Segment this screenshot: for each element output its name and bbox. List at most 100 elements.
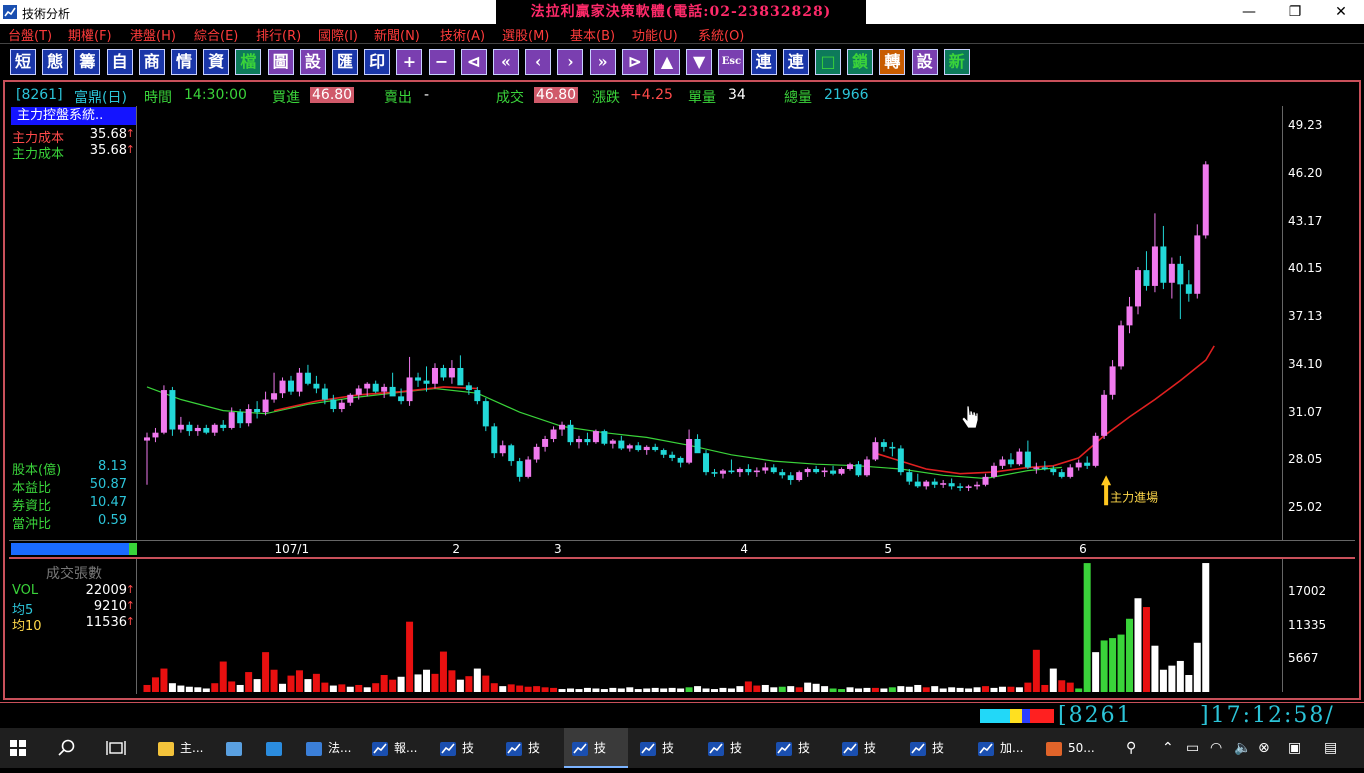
battery-icon[interactable]: ▭ (1186, 740, 1199, 756)
candle-body (152, 432, 159, 438)
toolbar-button-4[interactable]: 自 (106, 49, 133, 75)
taskbar-app-13[interactable]: 技 (902, 728, 966, 768)
toolbar-button-11[interactable]: 匯 (332, 49, 358, 75)
candle (1126, 296, 1133, 334)
volume-icon[interactable]: 🔈 (1234, 740, 1251, 756)
candle (372, 380, 379, 394)
menu-item-3[interactable]: 港盤(H) (130, 25, 176, 44)
taskbar-app-2[interactable] (218, 728, 254, 768)
taskbar-app-11[interactable]: 技 (768, 728, 832, 768)
taskbar-app-14[interactable]: 加... (970, 728, 1034, 768)
taskbar-app-6[interactable]: 技 (432, 728, 496, 768)
restore-button[interactable]: ❐ (1272, 0, 1318, 24)
taskbar-app-9[interactable]: 技 (632, 728, 696, 768)
toolbar-button-13[interactable]: + (396, 49, 423, 75)
toolbar-button-25[interactable]: 連 (782, 49, 809, 75)
system-title[interactable]: 主力控盤系統.. (11, 107, 136, 125)
search-button[interactable] (58, 728, 86, 768)
taskbar-app-7[interactable]: 技 (498, 728, 562, 768)
toolbar-button-18[interactable]: › (557, 49, 584, 75)
minimize-button[interactable]: — (1226, 0, 1272, 24)
close-button[interactable]: ✕ (1318, 0, 1364, 24)
volume-bar (516, 685, 524, 692)
volume-bar (702, 688, 710, 692)
toolbar-button-24[interactable]: 連 (750, 49, 777, 75)
taskbar-app-3[interactable] (258, 728, 294, 768)
candle-body (1050, 468, 1057, 473)
toolbar-button-6[interactable]: 情 (171, 49, 197, 75)
taskbar-app-8[interactable]: 技 (564, 728, 628, 768)
volume-bar (956, 687, 964, 692)
taskbar-app-12[interactable]: 技 (834, 728, 898, 768)
toolbar-button-16[interactable]: « (493, 49, 519, 75)
toolbar-button-23[interactable]: Esc (718, 49, 745, 75)
volume-bar (1202, 563, 1210, 692)
cost-row: 主力成本 35.68 ↑ (12, 127, 137, 146)
candle-body (347, 394, 354, 403)
toolbar-button-3[interactable]: 籌 (74, 49, 101, 75)
candle (287, 375, 294, 395)
toolbar-button-29[interactable]: 設 (911, 49, 938, 75)
menu-item-2[interactable]: 期權(F) (68, 25, 112, 44)
toolbar-button-20[interactable]: ⊳ (621, 49, 648, 75)
toolbar-button-2[interactable]: 態 (42, 49, 69, 75)
volume-chart[interactable] (137, 559, 1282, 692)
toolbar-button-14[interactable]: − (428, 49, 455, 75)
volume-bar (812, 683, 820, 692)
toolbar-button-15[interactable]: ⊲ (460, 49, 487, 75)
toolbar-button-21[interactable]: ▲ (654, 49, 680, 75)
people-icon[interactable]: ⚲ (1126, 740, 1136, 756)
toolbar-button-12[interactable]: 印 (364, 49, 391, 75)
volume-bar (770, 687, 778, 692)
wifi-icon[interactable]: ◠ (1210, 740, 1222, 756)
toolbar-button-17[interactable]: ‹ (525, 49, 552, 75)
menu-item-1[interactable]: 台盤(T) (8, 25, 52, 44)
toolbar-button-28[interactable]: 轉 (879, 49, 906, 75)
menu-item-4[interactable]: 綜合(E) (194, 25, 238, 44)
task-view-button[interactable] (106, 728, 134, 768)
task-view-icon (106, 741, 126, 755)
scroll-indicator[interactable] (11, 543, 137, 555)
menu-item-10[interactable]: 基本(B) (570, 25, 615, 44)
toolbar-button-22[interactable]: ▼ (686, 49, 713, 75)
taskbar-app-15[interactable]: 50... (1038, 728, 1102, 768)
menu-item-12[interactable]: 系統(O) (698, 25, 744, 44)
menu-item-11[interactable]: 功能(U) (632, 25, 678, 44)
taskbar-app-1[interactable]: 主... (150, 728, 214, 768)
close-circle-icon[interactable]: ⊗ (1258, 740, 1270, 756)
toolbar-button-9[interactable]: 圖 (267, 49, 294, 75)
candle-body (736, 468, 743, 473)
chevron-up-icon[interactable]: ⌃ (1162, 740, 1174, 756)
toolbar-button-30[interactable]: 新 (943, 49, 970, 75)
toolbar-button-19[interactable]: » (589, 49, 616, 75)
volume-bar (1176, 660, 1184, 692)
toolbar-button-27[interactable]: 鎖 (847, 49, 874, 75)
volume-bar (236, 684, 244, 692)
volume-bar (473, 668, 481, 692)
taskbar-app-4[interactable]: 法... (298, 728, 362, 768)
notification-icon[interactable]: ▤ (1324, 740, 1337, 756)
keyboard-icon[interactable]: ▣ (1288, 740, 1301, 756)
toolbar-button-8[interactable]: 檔 (235, 49, 262, 75)
taskbar-app-5[interactable]: 報... (364, 728, 428, 768)
taskbar-app-label: 50... (1068, 741, 1095, 755)
price-chart[interactable]: 主力進場 (137, 106, 1282, 540)
toolbar-button-5[interactable]: 商 (138, 49, 165, 75)
candle (1067, 464, 1074, 479)
scroll-thumb[interactable] (129, 543, 137, 555)
candle (855, 461, 862, 477)
toolbar-button-10[interactable]: 設 (299, 49, 326, 75)
toolbar-button-1[interactable]: 短 (10, 49, 36, 75)
start-button[interactable] (10, 728, 38, 768)
menu-item-7[interactable]: 新聞(N) (374, 25, 420, 44)
volume-bar (338, 684, 346, 692)
menu-item-5[interactable]: 排行(R) (256, 25, 301, 44)
menu-item-9[interactable]: 選股(M) (502, 25, 549, 44)
volume-bar (694, 686, 702, 692)
toolbar-button-26[interactable]: □ (815, 49, 841, 75)
menu-item-8[interactable]: 技術(A) (440, 25, 485, 44)
menu-item-6[interactable]: 國際(I) (318, 25, 358, 44)
toolbar-button-7[interactable]: 資 (203, 49, 230, 75)
volume-row: 均10 11536 ↑ (12, 615, 137, 634)
taskbar-app-10[interactable]: 技 (700, 728, 764, 768)
